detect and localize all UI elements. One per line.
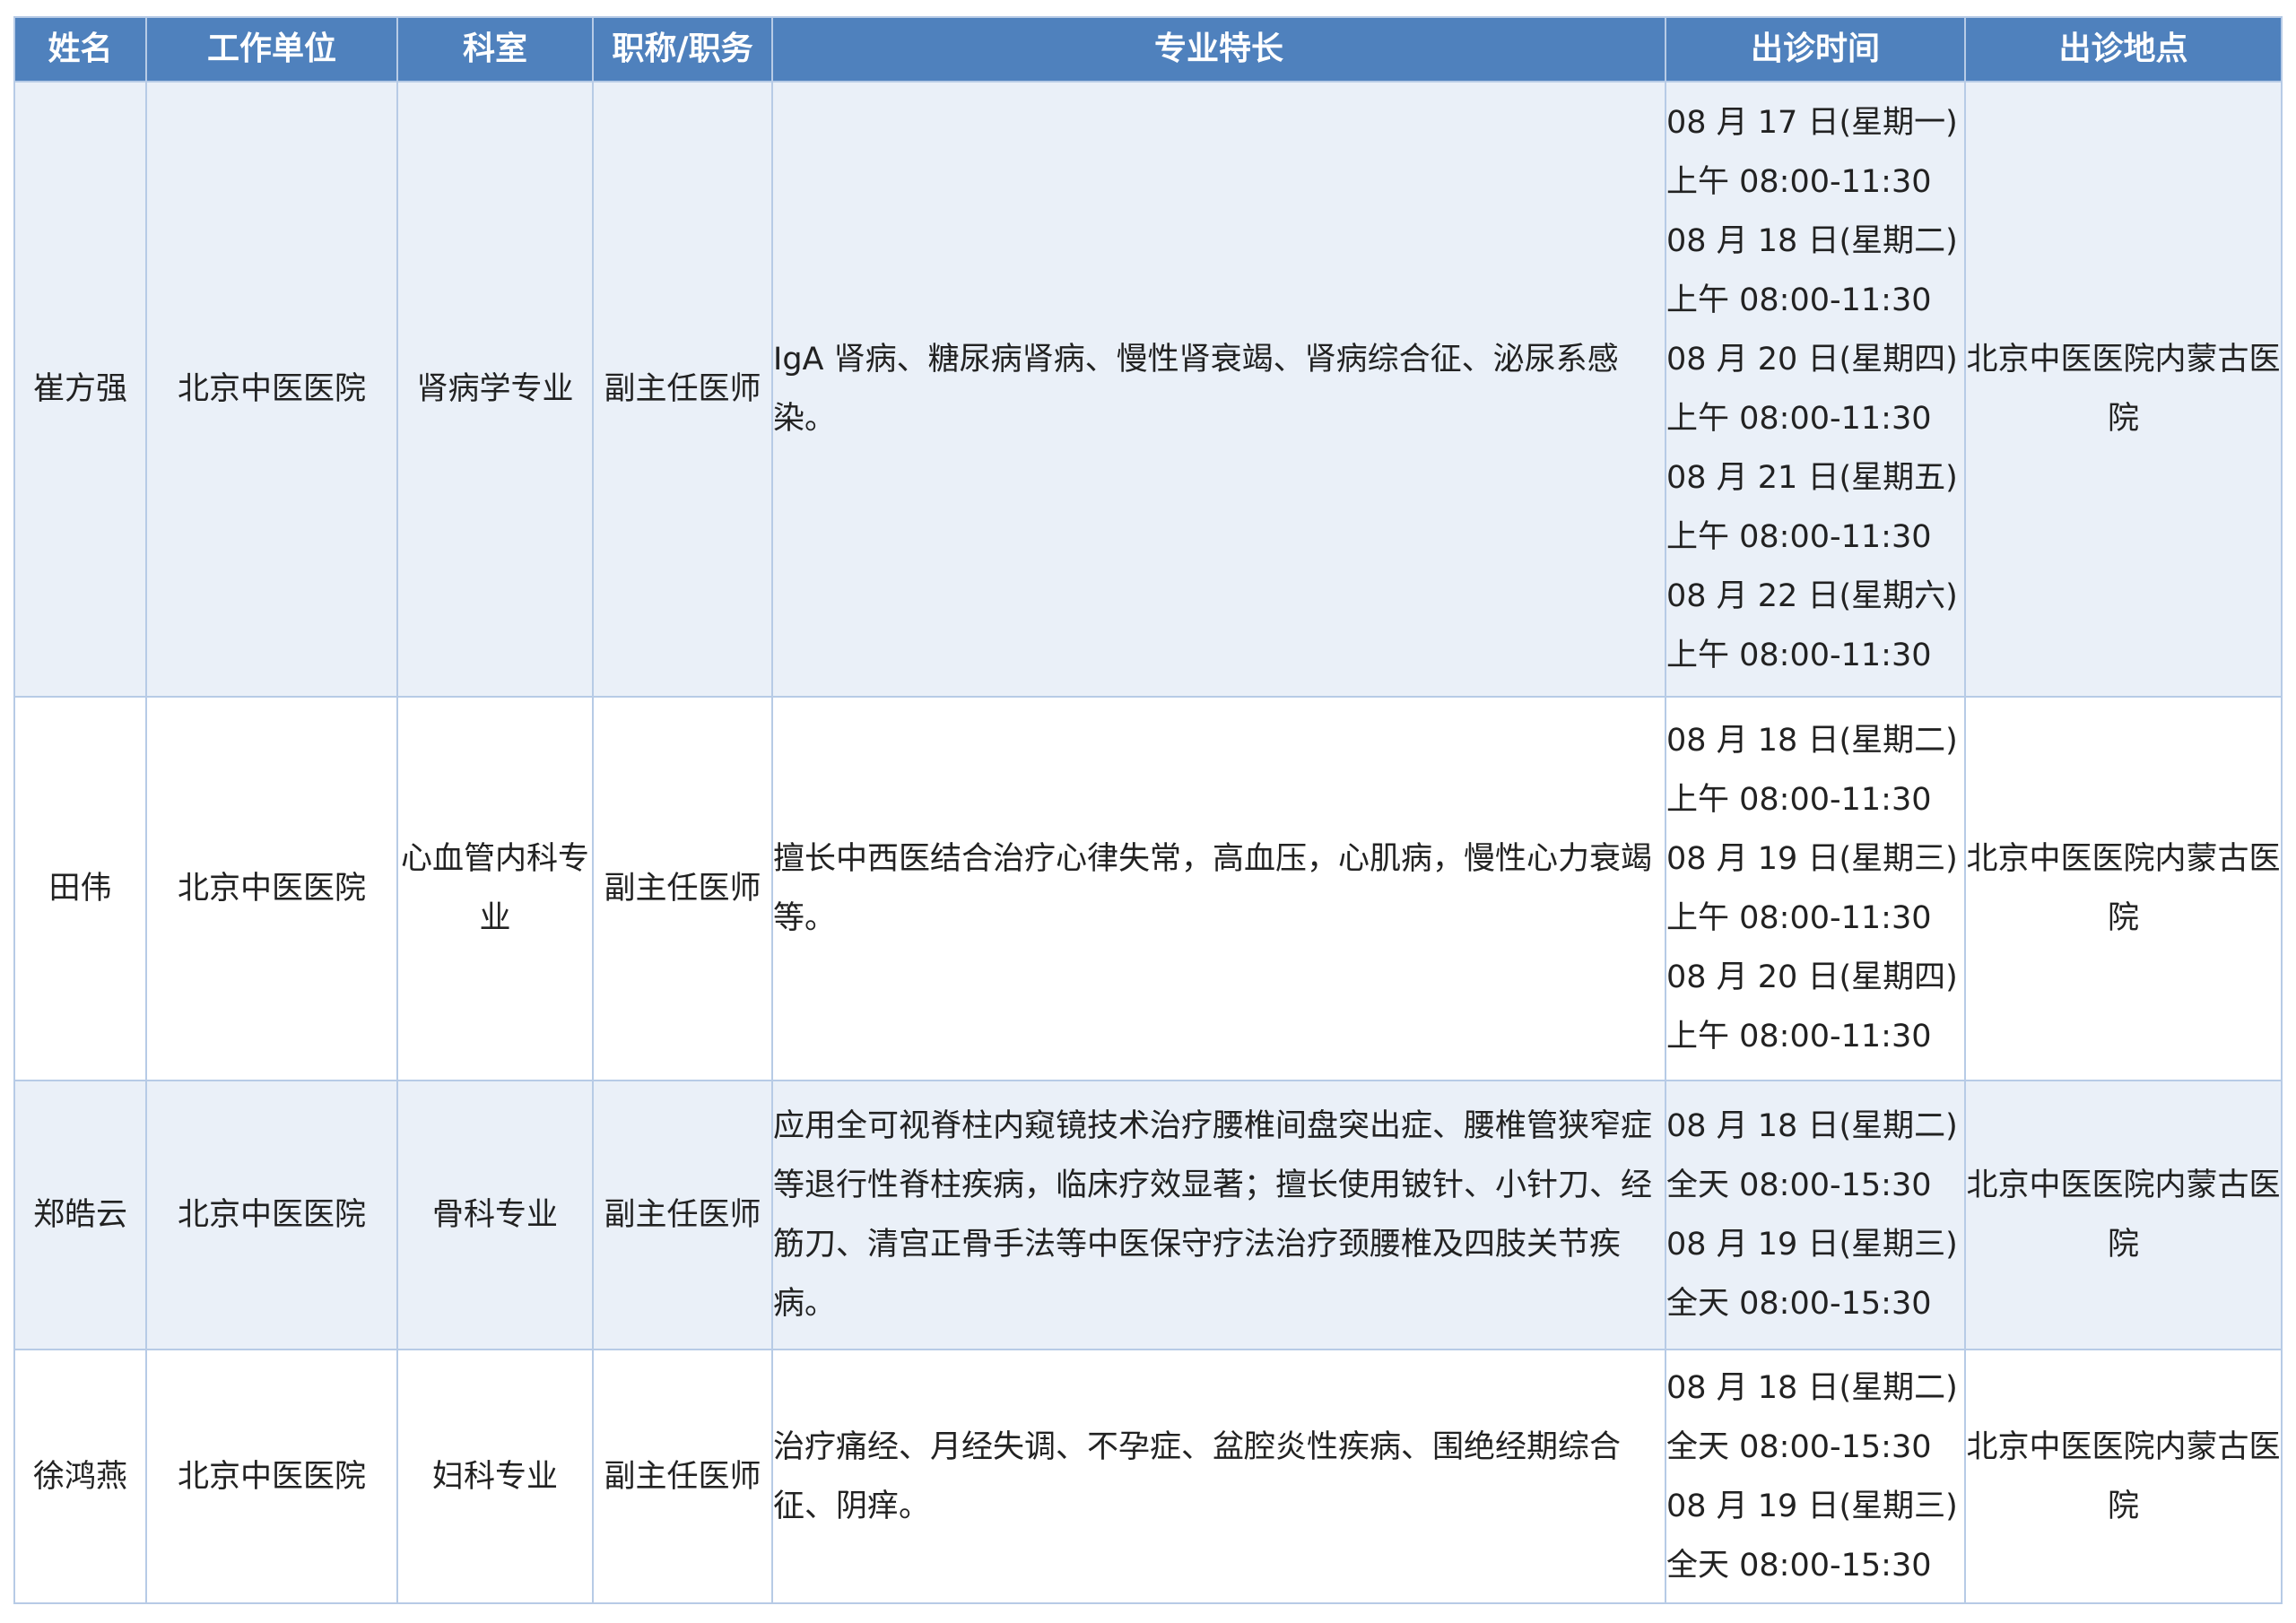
cell-times: 08 月 18 日(星期二) 上午 08:00-11:30 08 月 19 日(… [1665,696,1966,1081]
table-row: 田伟 北京中医医院 心血管内科专业 副主任医师 擅长中西医结合治疗心律失常，高血… [13,696,2283,1081]
time-line: 08 月 18 日(星期二) [1666,1369,1958,1406]
time-line: 上午 08:00-11:30 [1666,282,1932,318]
cell-dept: 妇科专业 [396,1349,594,1604]
time-line: 上午 08:00-11:30 [1666,1019,1932,1055]
time-line: 上午 08:00-11:30 [1666,164,1932,200]
cell-name: 崔方强 [13,81,147,698]
cell-location: 北京中医医院内蒙古医院 [1964,1080,2283,1350]
time-line: 全天 08:00-15:30 [1666,1428,1932,1465]
cell-location: 北京中医医院内蒙古医院 [1964,1349,2283,1604]
header-name: 姓名 [13,16,147,82]
cell-location: 北京中医医院内蒙古医院 [1964,81,2283,698]
table-row: 徐鸿燕 北京中医医院 妇科专业 副主任医师 治疗痛经、月经失调、不孕症、盆腔炎性… [13,1349,2283,1604]
cell-dept: 骨科专业 [396,1080,594,1350]
doctor-schedule-table: 姓名 工作单位 科室 职称/职务 专业特长 出诊时间 出诊地点 崔方强 北京中医… [13,16,2283,1604]
time-line: 08 月 20 日(星期四) [1666,959,1958,995]
time-line: 08 月 19 日(星期三) [1666,1227,1958,1263]
header-unit: 工作单位 [145,16,398,82]
cell-name: 郑皓云 [13,1080,147,1350]
time-line: 上午 08:00-11:30 [1666,782,1932,818]
cell-specialty: IgA 肾病、糖尿病肾病、慢性肾衰竭、肾病综合征、泌尿系感染。 [771,81,1666,698]
cell-unit: 北京中医医院 [145,1080,398,1350]
header-title: 职称/职务 [592,16,773,82]
header-times: 出诊时间 [1665,16,1966,82]
cell-location: 北京中医医院内蒙古医院 [1964,696,2283,1081]
time-line: 08 月 19 日(星期三) [1666,1488,1958,1524]
time-line: 08 月 18 日(星期二) [1666,223,1958,259]
cell-unit: 北京中医医院 [145,81,398,698]
time-line: 上午 08:00-11:30 [1666,519,1932,555]
time-line: 08 月 20 日(星期四) [1666,342,1958,378]
cell-times: 08 月 17 日(星期一) 上午 08:00-11:30 08 月 18 日(… [1665,81,1966,698]
cell-title: 副主任医师 [592,1080,773,1350]
time-line: 08 月 21 日(星期五) [1666,460,1958,496]
cell-dept: 肾病学专业 [396,81,594,698]
cell-title: 副主任医师 [592,81,773,698]
cell-specialty: 治疗痛经、月经失调、不孕症、盆腔炎性疾病、围绝经期综合征、阴痒。 [771,1349,1666,1604]
time-line: 08 月 22 日(星期六) [1666,578,1958,614]
cell-specialty: 擅长中西医结合治疗心律失常，高血压，心肌病，慢性心力衰竭等。 [771,696,1666,1081]
time-line: 08 月 17 日(星期一) [1666,105,1958,141]
header-row: 姓名 工作单位 科室 职称/职务 专业特长 出诊时间 出诊地点 [13,16,2283,82]
cell-dept: 心血管内科专业 [396,696,594,1081]
cell-title: 副主任医师 [592,696,773,1081]
time-line: 上午 08:00-11:30 [1666,900,1932,936]
header-location: 出诊地点 [1964,16,2283,82]
table-row: 崔方强 北京中医医院 肾病学专业 副主任医师 IgA 肾病、糖尿病肾病、慢性肾衰… [13,81,2283,698]
cell-specialty: 应用全可视脊柱内窥镜技术治疗腰椎间盘突出症、腰椎管狭窄症等退行性脊柱疾病，临床疗… [771,1080,1666,1350]
cell-name: 徐鸿燕 [13,1349,147,1604]
time-line: 全天 08:00-15:30 [1666,1547,1932,1584]
table-row: 郑皓云 北京中医医院 骨科专业 副主任医师 应用全可视脊柱内窥镜技术治疗腰椎间盘… [13,1080,2283,1350]
time-line: 08 月 19 日(星期三) [1666,841,1958,877]
cell-times: 08 月 18 日(星期二) 全天 08:00-15:30 08 月 19 日(… [1665,1349,1966,1604]
time-line: 上午 08:00-11:30 [1666,401,1932,437]
cell-title: 副主任医师 [592,1349,773,1604]
time-line: 08 月 18 日(星期二) [1666,723,1958,759]
cell-unit: 北京中医医院 [145,1349,398,1604]
time-line: 全天 08:00-15:30 [1666,1167,1932,1203]
header-specialty: 专业特长 [771,16,1666,82]
cell-unit: 北京中医医院 [145,696,398,1081]
cell-times: 08 月 18 日(星期二) 全天 08:00-15:30 08 月 19 日(… [1665,1080,1966,1350]
header-dept: 科室 [396,16,594,82]
time-line: 上午 08:00-11:30 [1666,638,1932,673]
time-line: 08 月 18 日(星期二) [1666,1108,1958,1144]
time-line: 全天 08:00-15:30 [1666,1286,1932,1322]
cell-name: 田伟 [13,696,147,1081]
